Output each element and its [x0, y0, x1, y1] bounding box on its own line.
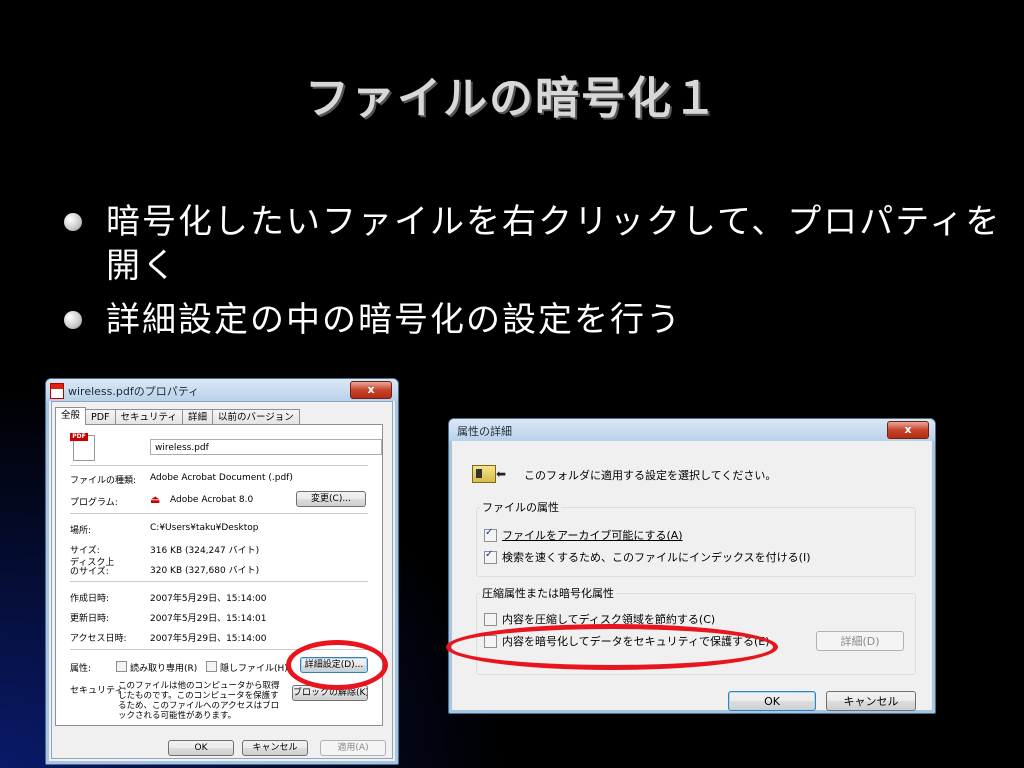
filename-input[interactable]: wireless.pdf	[150, 439, 382, 455]
close-button[interactable]: x	[350, 381, 392, 399]
ok-button[interactable]: OK	[168, 740, 234, 756]
location-label: 場所:	[70, 526, 92, 536]
apply-button[interactable]: 適用(A)	[320, 740, 386, 756]
tab-strip: 全般 PDF セキュリティ 詳細 以前のバージョン	[55, 407, 300, 425]
pdf-file-icon	[50, 383, 64, 399]
created-value: 2007年5月29日、15:14:00	[150, 594, 267, 604]
arrow-icon: ⬅	[496, 467, 507, 481]
bullet-list: 暗号化したいファイルを右クリックして、プロパティを開く 詳細設定の中の暗号化の設…	[62, 200, 1002, 352]
archive-checkbox[interactable]	[484, 527, 497, 542]
bullet-item: 詳細設定の中の暗号化の設定を行う	[62, 298, 1002, 342]
hidden-checkbox[interactable]	[206, 661, 217, 672]
index-label[interactable]: 検索を速くするため、このファイルにインデックスを付ける(I)	[502, 549, 811, 565]
properties-window: wireless.pdfのプロパティ x 全般 PDF セキュリティ 詳細 以前…	[45, 378, 399, 765]
program-label: プログラム:	[70, 498, 118, 508]
accessed-label: アクセス日時:	[70, 634, 127, 644]
tab-details[interactable]: 詳細	[181, 409, 213, 425]
change-button[interactable]: 変更(C)...	[296, 491, 366, 507]
bullet-dot-icon	[64, 311, 82, 329]
type-label: ファイルの種類:	[70, 476, 137, 486]
tab-security[interactable]: セキュリティ	[114, 409, 183, 425]
instruction-text: このフォルダに適用する設定を選択してください。	[524, 469, 777, 482]
folder-settings-icon	[472, 465, 496, 483]
properties-titlebar[interactable]: wireless.pdfのプロパティ x	[46, 379, 398, 401]
attributes-label: 属性:	[70, 664, 92, 674]
location-value: C:¥Users¥taku¥Desktop	[150, 523, 259, 533]
size-value: 316 KB (324,247 バイト)	[150, 546, 260, 556]
size-label: サイズ:	[70, 546, 100, 556]
disk-size-label: ディスク上 のサイズ:	[70, 558, 115, 577]
close-button[interactable]: x	[887, 421, 929, 439]
accessed-value: 2007年5月29日、15:14:00	[150, 634, 267, 644]
advanced-titlebar[interactable]: 属性の詳細 x	[449, 419, 935, 441]
index-checkbox[interactable]	[484, 549, 497, 564]
type-value: Adobe Acrobat Document (.pdf)	[150, 473, 293, 483]
tab-pdf[interactable]: PDF	[85, 409, 116, 425]
cancel-button[interactable]: キャンセル	[826, 691, 916, 711]
advanced-title: 属性の詳細	[457, 425, 512, 438]
tab-previous-versions[interactable]: 以前のバージョン	[211, 409, 300, 425]
bullet-text: 暗号化したいファイルを右クリックして、プロパティを開く	[106, 202, 1002, 286]
ok-button[interactable]: OK	[728, 691, 816, 711]
divider	[70, 465, 368, 466]
modified-value: 2007年5月29日、15:14:01	[150, 614, 267, 624]
slide-title: ファイルの暗号化１	[305, 73, 719, 124]
highlight-oval	[286, 640, 388, 690]
bullet-item: 暗号化したいファイルを右クリックして、プロパティを開く	[62, 200, 1002, 288]
modified-label: 更新日時:	[70, 614, 110, 624]
disk-size-value: 320 KB (327,680 バイト)	[150, 566, 260, 576]
details-button[interactable]: 詳細(D)	[816, 631, 904, 651]
readonly-checkbox[interactable]	[116, 661, 127, 672]
security-text: このファイルは他のコンピュータから取得したものです。このコンピュータを保護するた…	[118, 681, 280, 721]
archive-label[interactable]: ファイルをアーカイブ可能にする(A)	[502, 527, 683, 543]
cancel-button[interactable]: キャンセル	[242, 740, 308, 756]
bullet-text: 詳細設定の中の暗号化の設定を行う	[106, 300, 682, 340]
hidden-label[interactable]: 隠しファイル(H)	[220, 661, 288, 674]
properties-frame: 全般 PDF セキュリティ 詳細 以前のバージョン PDF wireless.p…	[51, 401, 393, 759]
properties-title: wireless.pdfのプロパティ	[68, 385, 200, 398]
divider	[70, 513, 368, 514]
tab-general[interactable]: 全般	[55, 407, 87, 425]
file-attributes-label: ファイルの属性	[480, 499, 561, 515]
program-value: Adobe Acrobat 8.0	[170, 495, 254, 505]
compress-checkbox[interactable]	[484, 613, 497, 626]
divider	[70, 581, 368, 582]
created-label: 作成日時:	[70, 594, 110, 604]
advanced-attributes-window: 属性の詳細 x ⬅ このフォルダに適用する設定を選択してください。 ファイルの属…	[448, 418, 936, 714]
highlight-oval	[446, 624, 778, 670]
acrobat-icon: ⏏	[150, 493, 161, 506]
bullet-dot-icon	[64, 213, 82, 231]
compress-encrypt-label: 圧縮属性または暗号化属性	[480, 585, 616, 601]
readonly-label[interactable]: 読み取り専用(R)	[130, 661, 197, 674]
advanced-body: ⬅ このフォルダに適用する設定を選択してください。 ファイルの属性 ファイルをア…	[454, 441, 930, 711]
pdf-document-icon: PDF	[70, 433, 96, 461]
